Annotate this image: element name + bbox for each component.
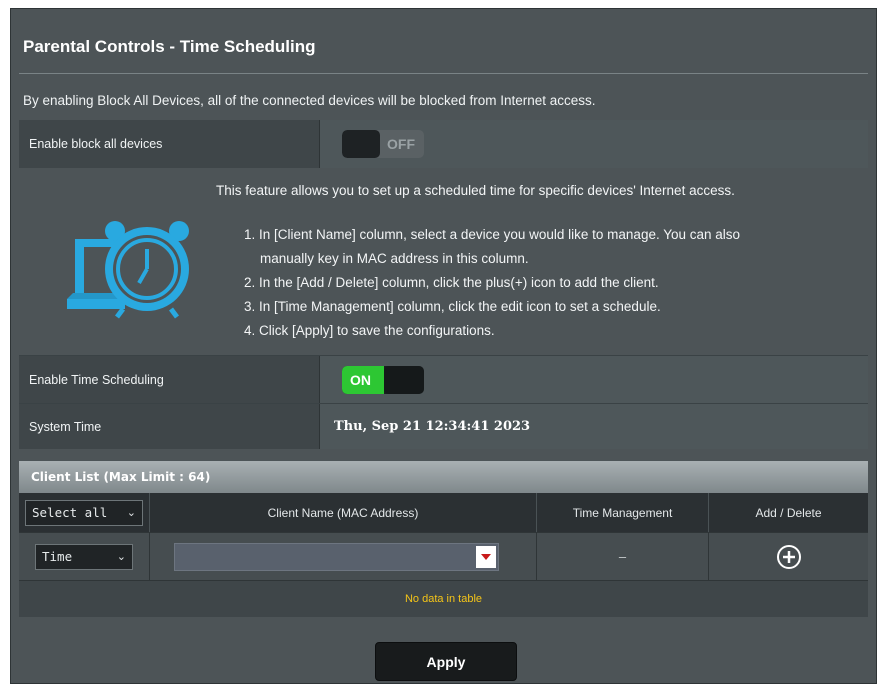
system-time-row: System Time Thu, Sep 21 12:34:41 2023: [19, 403, 868, 449]
chevron-down-icon: ⌄: [126, 506, 136, 519]
system-time-value: Thu, Sep 21 12:34:41 2023: [320, 404, 868, 449]
title-divider: [19, 73, 868, 74]
type-value: Time: [42, 549, 73, 564]
table-row: Time ⌄ –: [19, 532, 868, 580]
instruction-steps: 1. In [Client Name] column, select a dev…: [244, 223, 844, 343]
column-header-time-management: Time Management: [537, 493, 709, 532]
block-all-toggle[interactable]: OFF: [342, 130, 424, 158]
column-header-client-name: Client Name (MAC Address): [150, 493, 537, 532]
step-item: 1. In [Client Name] column, select a dev…: [244, 227, 741, 242]
time-scheduling-label: Enable Time Scheduling: [19, 356, 320, 403]
time-scheduling-row: Enable Time Scheduling ON: [19, 355, 868, 403]
block-all-label: Enable block all devices: [19, 120, 320, 168]
select-all-value: Select all: [32, 505, 108, 520]
step-item: 2. In the [Add / Delete] column, click t…: [244, 275, 659, 290]
apply-button[interactable]: Apply: [375, 642, 517, 681]
toggle-knob: [384, 365, 424, 394]
client-list-header: Client List (Max Limit : 64): [19, 461, 868, 493]
chevron-down-icon: ⌄: [116, 550, 126, 563]
client-table-header: Select all ⌄ Client Name (MAC Address) T…: [19, 493, 868, 532]
page-description: By enabling Block All Devices, all of th…: [23, 93, 596, 108]
page-title: Parental Controls - Time Scheduling: [23, 37, 316, 56]
dropdown-arrow-icon[interactable]: [475, 545, 496, 568]
type-dropdown[interactable]: Time ⌄: [35, 543, 133, 570]
time-scheduling-toggle[interactable]: ON: [342, 365, 424, 394]
step-item: manually key in MAC address in this colu…: [260, 251, 529, 266]
time-management-cell: –: [537, 533, 709, 580]
toggle-state-text: OFF: [387, 136, 415, 152]
toggle-state-text: ON: [350, 371, 371, 388]
empty-table-message: No data in table: [19, 580, 868, 617]
column-header-add-delete: Add / Delete: [755, 505, 822, 520]
block-all-row: Enable block all devices OFF: [19, 120, 868, 168]
add-client-plus-icon[interactable]: [776, 544, 802, 570]
feature-intro-text: This feature allows you to set up a sche…: [216, 183, 735, 198]
system-time-label: System Time: [19, 404, 320, 449]
toggle-knob: [342, 130, 380, 158]
client-name-combobox[interactable]: [173, 542, 499, 571]
parental-controls-panel: Parental Controls - Time Scheduling By e…: [10, 8, 877, 684]
select-all-dropdown[interactable]: Select all ⌄: [25, 499, 143, 526]
step-item: 4. Click [Apply] to save the configurati…: [244, 323, 495, 338]
step-item: 3. In [Time Management] column, click th…: [244, 299, 661, 314]
alarm-clock-laptop-icon: [67, 217, 197, 322]
